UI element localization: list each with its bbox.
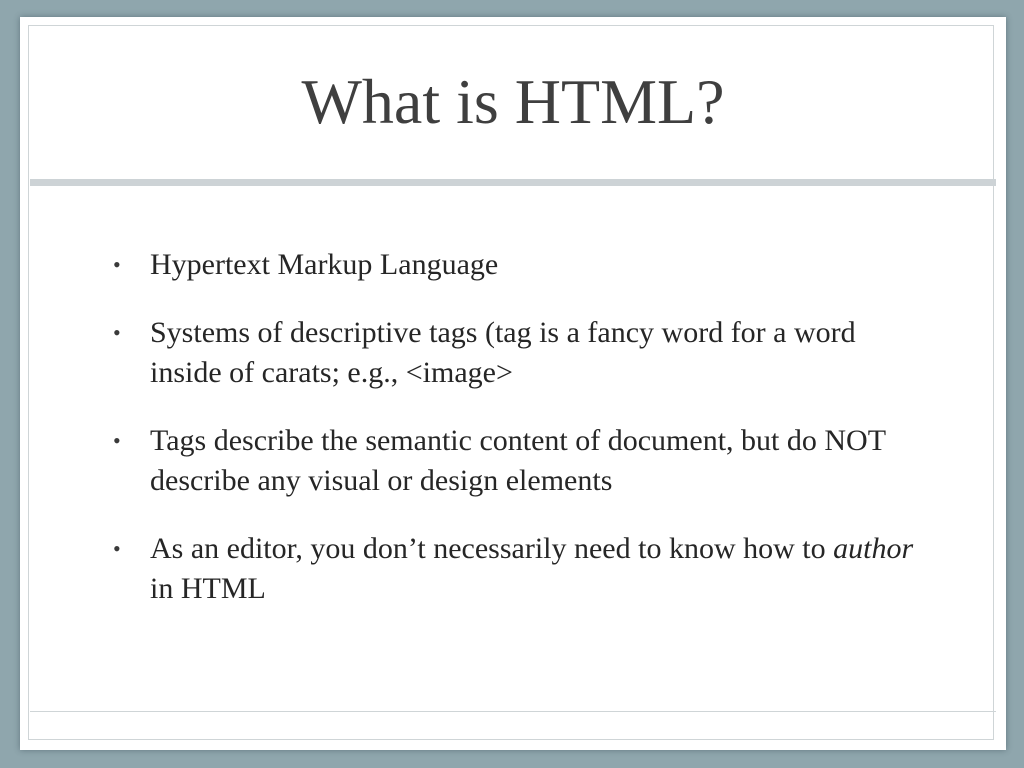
bullet-item: • As an editor, you don’t necessarily ne… xyxy=(110,529,920,609)
bullet-text: As an editor, you don’t necessarily need… xyxy=(150,532,913,605)
slide: What is HTML? • Hypertext Markup Languag… xyxy=(20,17,1006,750)
bullet-text: Hypertext Markup Language xyxy=(150,248,499,281)
bullet-item: • Hypertext Markup Language xyxy=(110,245,920,285)
bullet-text-before: As an editor, you don’t necessarily need… xyxy=(150,532,834,565)
slide-title: What is HTML? xyxy=(301,66,725,137)
bullet-dot-icon: • xyxy=(113,320,121,345)
bullet-dot-icon: • xyxy=(113,428,121,453)
bullet-item: • Systems of descriptive tags (tag is a … xyxy=(110,313,920,393)
bullet-text: Tags describe the semantic content of do… xyxy=(150,424,886,497)
bullet-dot-icon: • xyxy=(113,252,121,277)
bullet-dot-icon: • xyxy=(113,536,121,561)
title-divider xyxy=(30,179,996,186)
bullet-text: Systems of descriptive tags (tag is a fa… xyxy=(150,316,856,389)
bullet-text-emphasis: author xyxy=(833,532,914,565)
bullet-text-after: in HTML xyxy=(150,572,266,605)
bullet-list: • Hypertext Markup Language • Systems of… xyxy=(110,245,920,637)
bullet-item: • Tags describe the semantic content of … xyxy=(110,421,920,501)
footer-divider xyxy=(30,711,996,712)
